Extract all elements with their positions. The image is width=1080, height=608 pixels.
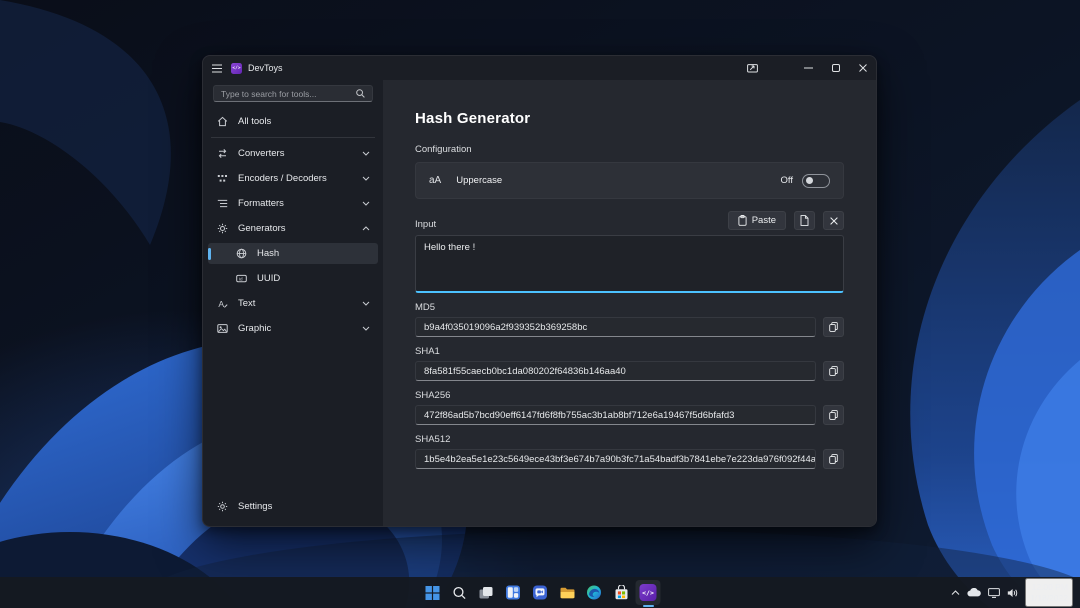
page-title: Hash Generator [415,110,844,127]
hash-sphere-icon [235,248,247,259]
sidebar-item-uuid[interactable]: id UUID [208,268,378,289]
clock-time: 12:00 PM [1030,582,1068,593]
sidebar-item-formatters[interactable]: Formatters [208,193,378,214]
tray-chevron-up-icon[interactable] [951,590,960,596]
taskbar: </> 12:00 PM 1/18/2022 [0,577,1080,608]
uppercase-aA-icon: aA [429,175,441,186]
sidebar-item-graphic[interactable]: Graphic [208,318,378,339]
network-icon[interactable] [988,588,1000,598]
copy-icon [829,410,838,420]
sidebar: All tools Converters Encoders / Decoders [203,80,383,526]
copy-button[interactable] [823,317,844,337]
devtoys-logo-icon: </> [231,63,242,74]
minimize-icon[interactable] [795,56,822,80]
generators-icon [216,223,228,234]
chevron-down-icon [362,326,370,331]
sha1-output-field[interactable]: 8fa581f55caecb0bc1da080202f64836b146aa40 [415,361,816,381]
graphic-image-icon [216,323,228,334]
configuration-label: Configuration [415,144,844,155]
widgets-icon[interactable] [501,580,526,605]
sidebar-nav: All tools Converters Encoders / Decoders [203,111,383,496]
chevron-down-icon [362,176,370,181]
file-icon [800,215,809,226]
copy-button[interactable] [823,449,844,469]
chevron-down-icon [362,151,370,156]
encoders-decoders-icon [216,173,228,184]
load-file-button[interactable] [794,211,815,230]
onedrive-cloud-icon[interactable] [967,588,981,597]
md5-output-field[interactable]: b9a4f035019096a2f939352b369258bc [415,317,816,337]
file-explorer-icon[interactable] [555,580,580,605]
search-icon [356,89,365,98]
hamburger-menu-icon[interactable] [212,64,222,73]
taskbar-search-icon[interactable] [447,580,472,605]
copy-icon [829,454,838,464]
toggle-state-label: Off [781,175,794,186]
devtoys-window: </> DevToys [202,55,877,527]
sidebar-item-hash[interactable]: Hash [208,243,378,264]
copy-icon [829,322,838,332]
titlebar[interactable]: </> DevToys [203,56,876,80]
edge-icon[interactable] [582,580,607,605]
sidebar-divider [211,137,375,138]
chevron-down-icon [362,301,370,306]
copy-icon [829,366,838,376]
sha256-output-field[interactable]: 472f86ad5b7bcd90eff6147fd6f8fb755ac3b1ab… [415,405,816,425]
uppercase-toggle[interactable] [802,174,830,188]
sha1-label: SHA1 [415,346,844,357]
sha1-output-row: 8fa581f55caecb0bc1da080202f64836b146aa40 [415,361,844,381]
chevron-down-icon [362,201,370,206]
home-icon [216,116,228,127]
microsoft-store-icon[interactable] [609,580,634,605]
maximize-icon[interactable] [822,56,849,80]
chevron-up-icon [362,226,370,231]
sha256-output-row: 472f86ad5b7bcd90eff6147fd6f8fb755ac3b1ab… [415,405,844,425]
compact-overlay-icon[interactable] [737,56,767,80]
sidebar-item-settings[interactable]: Settings [208,496,378,517]
task-view-icon[interactable] [474,580,499,605]
copy-button[interactable] [823,405,844,425]
volume-icon[interactable] [1007,588,1018,598]
text-tool-icon: A [216,298,228,309]
sidebar-item-converters[interactable]: Converters [208,143,378,164]
search-box[interactable] [213,85,373,102]
gear-icon [216,501,228,512]
sha512-label: SHA512 [415,434,844,445]
main-content: Hash Generator Configuration aA Uppercas… [383,80,876,526]
uppercase-label: Uppercase [456,175,780,186]
sidebar-item-text[interactable]: A Text [208,293,378,314]
clipboard-icon [738,215,747,226]
copy-button[interactable] [823,361,844,381]
converters-icon [216,148,228,159]
search-input[interactable] [221,89,356,99]
toggle-knob [806,177,813,184]
md5-label: MD5 [415,302,844,313]
paste-button[interactable]: Paste [728,211,786,230]
sha512-output-field[interactable]: 1b5e4b2ea5e1e23c5649ece43bf3e674b7a90b3f… [415,449,816,469]
svg-text:A: A [218,299,224,309]
start-button[interactable] [420,580,445,605]
chat-icon[interactable] [528,580,553,605]
md5-output-row: b9a4f035019096a2f939352b369258bc [415,317,844,337]
input-textarea[interactable]: Hello there ! [415,235,844,293]
uuid-badge-icon: id [235,273,247,284]
svg-text:id: id [239,276,243,281]
taskbar-clock[interactable]: 12:00 PM 1/18/2022 [1025,578,1073,607]
close-icon[interactable] [849,56,876,80]
sha512-output-row: 1b5e4b2ea5e1e23c5649ece43bf3e674b7a90b3f… [415,449,844,469]
taskbar-devtoys-icon[interactable]: </> [636,580,661,605]
uppercase-setting-card: aA Uppercase Off [415,162,844,199]
input-label: Input [415,219,728,230]
sidebar-item-generators[interactable]: Generators [208,218,378,239]
close-icon [830,217,838,225]
sidebar-item-all-tools[interactable]: All tools [208,111,378,132]
sha256-label: SHA256 [415,390,844,401]
sidebar-item-encoders-decoders[interactable]: Encoders / Decoders [208,168,378,189]
clear-input-button[interactable] [823,211,844,230]
paste-button-label: Paste [752,215,776,226]
formatters-icon [216,198,228,209]
window-title: DevToys [248,63,283,73]
clock-date: 1/18/2022 [1030,593,1068,604]
